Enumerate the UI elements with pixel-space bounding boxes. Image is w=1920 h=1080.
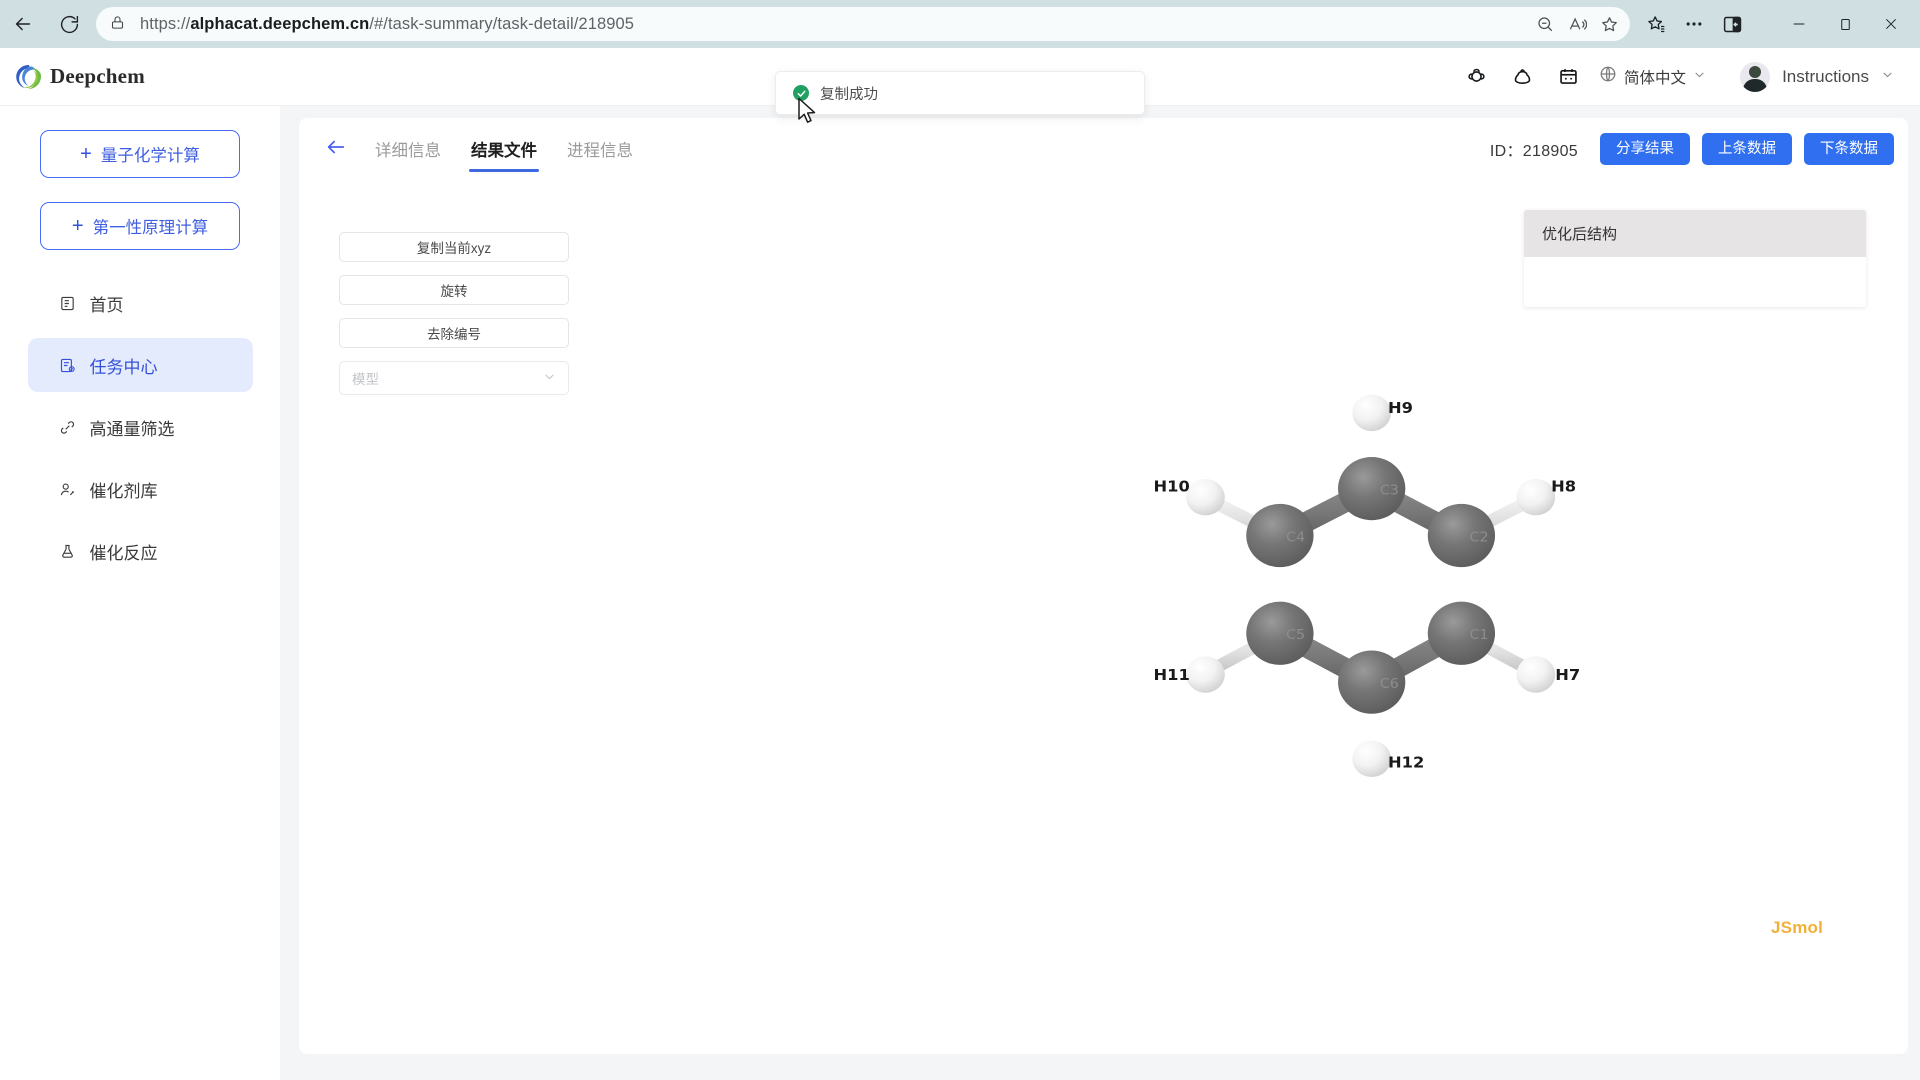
new-first-principles-label: 第一性原理计算 — [92, 219, 209, 237]
content-card: 详细信息 结果文件 进程信息 ID：218905 分享结果 上条数据 下条数据 … — [299, 118, 1908, 1054]
language-selector[interactable]: 简体中文 — [1599, 65, 1706, 88]
sidebar-item-label: 任务中心 — [89, 357, 158, 377]
sidebar-item-home[interactable]: 首页 — [28, 276, 253, 330]
avatar — [1740, 61, 1771, 92]
calendar-icon[interactable] — [1545, 57, 1591, 97]
lock-icon — [110, 14, 130, 34]
carbon-label: C4 — [1286, 530, 1305, 545]
window-controls — [1776, 2, 1914, 46]
hydrogen-label: H7 — [1555, 666, 1580, 684]
browser-back-button[interactable] — [6, 7, 40, 41]
page-large-text-value: 如果有任何疑问 — [698, 1042, 1160, 1054]
header-actions: 简体中文 Instructions — [1453, 57, 1920, 97]
hydrogen-label: H12 — [1388, 753, 1424, 771]
previous-data-button[interactable]: 上条数据 — [1702, 132, 1792, 166]
address-bar[interactable]: https://alphacat.deepchem.cn/#/task-summ… — [96, 7, 1630, 41]
card-topbar: 详细信息 结果文件 进程信息 ID：218905 分享结果 上条数据 下条数据 — [299, 118, 1908, 180]
brand-logo[interactable]: Deepchem — [14, 62, 145, 92]
user-library-icon — [58, 480, 77, 499]
main-content: 详细信息 结果文件 进程信息 ID：218905 分享结果 上条数据 下条数据 … — [281, 106, 1920, 1080]
deepchem-logo-icon — [16, 64, 41, 89]
sidebar: + 量子化学计算 + 第一性原理计算 首页 任务中心 高通量筛选 催化剂库 催化… — [0, 106, 289, 1080]
zoom-out-icon[interactable] — [1530, 9, 1560, 39]
toast-message: 复制成功 — [820, 86, 878, 103]
plus-icon: + — [80, 143, 92, 165]
flask-icon — [58, 542, 77, 561]
minimize-button[interactable] — [1776, 2, 1822, 46]
sidebar-item-task-center[interactable]: 任务中心 — [27, 338, 253, 392]
chevron-down-icon — [1693, 68, 1706, 86]
language-label: 简体中文 — [1624, 69, 1687, 87]
carbon-label: C6 — [1380, 676, 1399, 691]
hydrogen-label: H10 — [1153, 477, 1189, 495]
user-name: Instructions — [1782, 66, 1869, 86]
read-aloud-icon[interactable] — [1562, 9, 1592, 39]
plus-icon: + — [71, 215, 84, 237]
chevron-down-icon — [1881, 68, 1894, 86]
sidebar-item-catalyst-library[interactable]: 催化剂库 — [28, 462, 253, 516]
molecule-viewer: 复制当前xyz 旋转 去除编号 模型 优化后结构 C1 C2 C3 C4 C5 … — [299, 180, 1908, 1054]
browser-toolbar: https://alphacat.deepchem.cn/#/task-summ… — [0, 0, 1920, 48]
copy-success-toast: 复制成功 — [775, 71, 1145, 115]
split-screen-icon[interactable] — [1714, 6, 1750, 42]
link-icon — [58, 418, 77, 437]
home-doc-icon — [58, 294, 77, 313]
browser-reload-button[interactable] — [52, 7, 86, 41]
topbar-actions: ID：218905 分享结果 上条数据 下条数据 — [1489, 132, 1894, 166]
sidebar-item-label: 高通量筛选 — [89, 419, 175, 439]
mouse-cursor — [797, 97, 819, 132]
more-options-icon[interactable] — [1676, 6, 1712, 42]
collections-icon[interactable] — [1638, 6, 1674, 42]
tab-details[interactable]: 详细信息 — [373, 118, 443, 180]
molecule-canvas[interactable]: C1 C2 C3 C4 C5 C6 H7 H8 H9 H10 H11 H12 — [299, 180, 1908, 1054]
task-center-icon — [58, 356, 77, 375]
hydrogen-label: H8 — [1551, 477, 1576, 495]
close-button[interactable] — [1868, 2, 1914, 46]
maximize-button[interactable] — [1822, 2, 1868, 46]
next-data-button[interactable]: 下条数据 — [1804, 132, 1894, 166]
tab-bar: 详细信息 结果文件 进程信息 — [373, 118, 635, 180]
carbon-label: C1 — [1470, 627, 1489, 642]
new-first-principles-button[interactable]: + 第一性原理计算 — [40, 202, 240, 250]
tab-process-info[interactable]: 进程信息 — [565, 118, 635, 180]
jsmol-watermark: JSmol — [1771, 918, 1824, 937]
star-icon[interactable] — [1594, 9, 1624, 39]
globe-icon — [1599, 65, 1617, 88]
tab-result-files[interactable]: 结果文件 — [469, 118, 539, 180]
sidebar-item-label: 催化剂库 — [89, 481, 158, 501]
sidebar-item-high-throughput[interactable]: 高通量筛选 — [28, 400, 253, 454]
bag-icon[interactable] — [1499, 57, 1545, 97]
new-quantum-chem-button[interactable]: + 量子化学计算 — [40, 130, 240, 178]
page-large-text: 如果有任何疑问 — [299, 1042, 1908, 1054]
carbon-label: C5 — [1286, 627, 1305, 642]
new-quantum-chem-label: 量子化学计算 — [100, 147, 200, 165]
sidebar-item-label: 催化反应 — [89, 543, 158, 563]
benzene-molecule: C1 C2 C3 C4 C5 C6 H7 H8 H9 H10 H11 H12 — [1153, 394, 1580, 778]
carbon-label: C2 — [1470, 530, 1489, 545]
sidebar-scrollbar[interactable] — [280, 106, 289, 1080]
back-arrow-icon[interactable] — [323, 136, 353, 163]
user-menu[interactable]: Instructions — [1740, 61, 1894, 92]
carbon-label: C3 — [1380, 483, 1399, 498]
sidebar-item-catalytic-reaction[interactable]: 催化反应 — [28, 524, 253, 578]
headset-icon[interactable] — [1453, 57, 1499, 97]
hydrogen-label: H11 — [1153, 666, 1189, 684]
app-body: + 量子化学计算 + 第一性原理计算 首页 任务中心 高通量筛选 催化剂库 催化… — [0, 106, 1920, 1080]
brand-name: Deepchem — [50, 64, 145, 88]
hydrogen-label: H9 — [1388, 398, 1413, 416]
share-result-button[interactable]: 分享结果 — [1600, 132, 1690, 166]
sidebar-item-label: 首页 — [89, 295, 124, 315]
url-text: https://alphacat.deepchem.cn/#/task-summ… — [140, 14, 635, 33]
task-id-label: ID：218905 — [1489, 143, 1578, 160]
